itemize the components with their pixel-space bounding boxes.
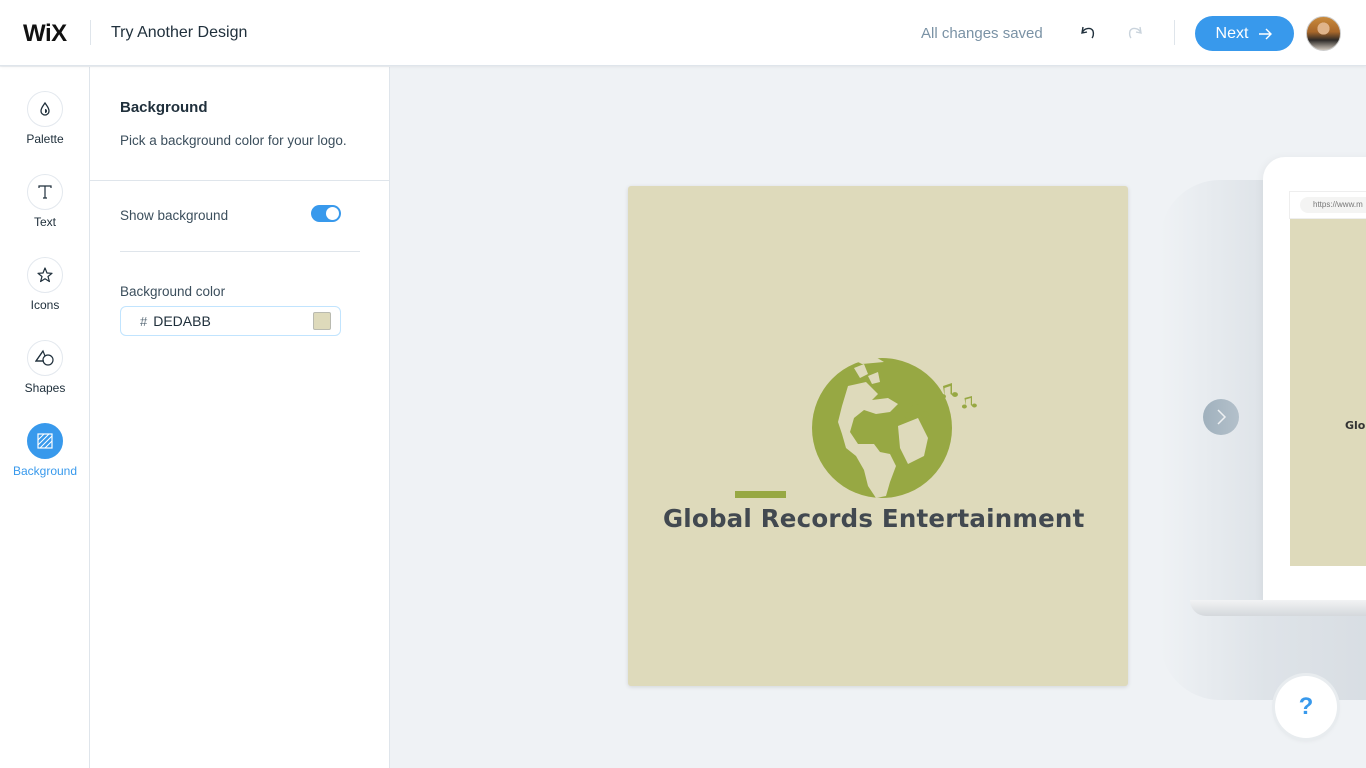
color-swatch[interactable] — [313, 312, 331, 330]
show-background-toggle[interactable] — [311, 205, 341, 222]
star-icon — [37, 267, 53, 283]
wix-logo[interactable]: WiX — [23, 20, 67, 48]
nav-label: Shapes — [24, 381, 66, 395]
hash-symbol: # — [140, 313, 148, 329]
redo-button[interactable] — [1123, 20, 1147, 46]
toggle-knob — [326, 207, 339, 220]
laptop-base — [1190, 600, 1366, 616]
palette-drop-icon — [40, 101, 50, 116]
background-color-input[interactable]: # DEDABB — [120, 306, 341, 336]
nav-item-shapes[interactable]: Shapes — [0, 340, 90, 395]
arrow-right-icon — [1259, 28, 1273, 39]
divider — [90, 20, 91, 45]
undo-button[interactable] — [1076, 20, 1100, 46]
logo-preview-card[interactable]: Global Records Entertainment — [628, 186, 1128, 686]
top-bar: WiX Try Another Design All changes saved… — [0, 0, 1366, 66]
nav-label: Text — [33, 215, 56, 229]
accent-bar — [735, 491, 786, 498]
hex-value: DEDABB — [153, 313, 211, 329]
shapes-icon — [35, 349, 54, 366]
text-t-icon — [38, 185, 52, 199]
save-status: All changes saved — [921, 25, 1043, 42]
next-button[interactable]: Next — [1195, 16, 1294, 51]
nav-item-icons[interactable]: Icons — [0, 257, 90, 312]
divider — [1174, 20, 1175, 45]
redo-icon — [1128, 26, 1142, 39]
nav-label: Background — [12, 464, 78, 478]
globe-icon — [812, 356, 952, 498]
mockup-screen — [1290, 219, 1366, 566]
mockup-logo-text: Glo — [1345, 419, 1366, 432]
help-icon: ? — [1298, 693, 1314, 720]
divider — [120, 251, 360, 252]
left-nav: Palette Text Icons Shapes Background — [0, 67, 90, 768]
background-color-label: Background color — [120, 284, 226, 299]
url-bar: https://www.m — [1300, 197, 1366, 213]
background-panel: Background Pick a background color for y… — [90, 67, 390, 768]
nav-item-text[interactable]: Text — [0, 174, 90, 229]
nav-item-background[interactable]: Background — [0, 423, 90, 478]
help-button[interactable]: ? — [1275, 676, 1337, 738]
logo-graphic — [735, 356, 977, 498]
panel-title: Background — [120, 99, 208, 116]
undo-icon — [1081, 26, 1095, 39]
show-background-label: Show background — [120, 208, 229, 223]
panel-description: Pick a background color for your logo. — [120, 133, 347, 148]
next-label: Next — [1215, 24, 1249, 42]
nav-label: Palette — [26, 132, 64, 146]
logo-text[interactable]: Global Records Entertainment — [663, 504, 1084, 533]
background-hatch-icon — [37, 433, 53, 449]
avatar[interactable] — [1306, 16, 1341, 51]
nav-item-palette[interactable]: Palette — [0, 91, 90, 146]
divider — [90, 180, 390, 181]
nav-label: Icons — [30, 298, 60, 312]
try-another-design-link[interactable]: Try Another Design — [111, 24, 247, 42]
